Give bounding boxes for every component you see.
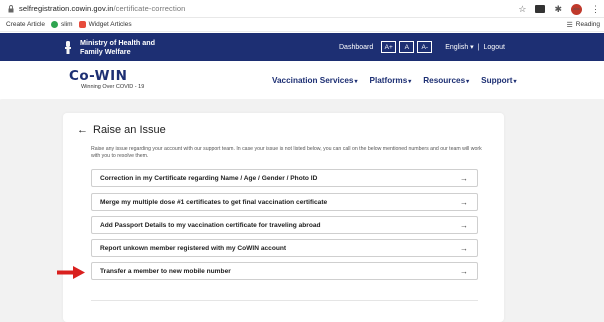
option-label: Report unkown member registered with my … (100, 244, 287, 252)
arrow-right-icon: → (460, 173, 468, 183)
url-text[interactable]: selfregistration.cowin.gov.in/certificat… (19, 4, 185, 13)
cowin-logo[interactable]: Co-WIN Winning Over COVID - 19 (69, 68, 144, 90)
arrow-right-icon: → (460, 220, 468, 230)
issue-option-add-passport[interactable]: Add Passport Details to my vaccination c… (91, 216, 478, 234)
language-select[interactable]: English ▾ (445, 43, 473, 51)
star-icon[interactable]: ☆ (518, 3, 526, 15)
dashboard-link[interactable]: Dashboard (339, 44, 373, 51)
logo-text: Co-WIN (69, 68, 128, 84)
extension-icon[interactable] (535, 5, 546, 13)
font-decrease-button[interactable]: A- (417, 41, 433, 53)
bookmark-icon (78, 21, 86, 28)
page-title-text: Raise an Issue (93, 124, 166, 136)
puzzle-icon[interactable]: ✱ (554, 3, 562, 15)
chevron-down-icon: ▾ (470, 44, 474, 51)
chevron-down-icon: ▾ (354, 79, 358, 85)
ministry-line2: Family Welfare (80, 46, 131, 56)
option-label: Transfer a member to new mobile number (100, 267, 231, 275)
bookmarks-bar: Create Article slim Widget Articles ☰ Re… (0, 18, 604, 32)
issue-option-merge-certificates[interactable]: Merge my multiple dose #1 certificates t… (91, 193, 478, 211)
arrow-right-icon: → (460, 197, 468, 207)
arrow-right-icon: → (460, 266, 468, 276)
page-title: ← Raise an Issue (77, 124, 166, 136)
bookmark-icon (51, 21, 59, 28)
back-arrow-icon[interactable]: ← (77, 124, 88, 136)
ministry-logo[interactable]: Ministry of Health and Family Welfare (62, 38, 155, 56)
bookmark-item[interactable]: Create Article (6, 21, 45, 28)
divider (91, 300, 478, 301)
reading-list[interactable]: ☰ Reading (567, 21, 601, 29)
nav-resources[interactable]: Resources▾ (423, 76, 469, 85)
font-increase-button[interactable]: A+ (381, 41, 397, 53)
logout-link[interactable]: Logout (484, 44, 505, 51)
avatar[interactable]: abc (571, 3, 582, 15)
arrow-right-icon: → (460, 243, 468, 253)
main-nav: Co-WIN Winning Over COVID - 19 Vaccinati… (0, 61, 604, 99)
menu-dots-icon[interactable]: ⋮ (591, 3, 600, 15)
bookmark-item[interactable]: Widget Articles (78, 21, 132, 28)
option-label: Merge my multiple dose #1 certificates t… (100, 198, 328, 206)
option-label: Add Passport Details to my vaccination c… (100, 221, 321, 229)
issue-option-report-unknown-member[interactable]: Report unkown member registered with my … (91, 239, 478, 257)
logo-tagline: Winning Over COVID - 19 (81, 84, 145, 90)
font-normal-button[interactable]: A (399, 41, 415, 53)
browser-address-bar: selfregistration.cowin.gov.in/certificat… (0, 0, 604, 18)
issue-option-certificate-correction[interactable]: Correction in my Certificate regarding N… (91, 169, 478, 187)
page-description: Raise any issue regarding your account w… (91, 146, 482, 159)
lock-icon (6, 4, 16, 14)
site-header: Ministry of Health and Family Welfare Da… (0, 33, 604, 61)
highlight-arrow-icon (57, 266, 85, 279)
chevron-down-icon: ▾ (513, 79, 517, 85)
nav-platforms[interactable]: Platforms▾ (369, 76, 411, 85)
chevron-down-icon: ▾ (408, 79, 412, 85)
emblem-icon (62, 40, 74, 56)
chevron-down-icon: ▾ (466, 79, 470, 85)
bookmark-item[interactable]: slim (51, 21, 73, 28)
divider: | (477, 43, 480, 51)
option-label: Correction in my Certificate regarding N… (100, 174, 318, 182)
nav-vaccination-services[interactable]: Vaccination Services▾ (272, 76, 357, 85)
issue-option-transfer-member[interactable]: Transfer a member to new mobile number → (91, 262, 478, 280)
reading-list-icon: ☰ (566, 21, 573, 29)
nav-support[interactable]: Support▾ (481, 76, 516, 85)
